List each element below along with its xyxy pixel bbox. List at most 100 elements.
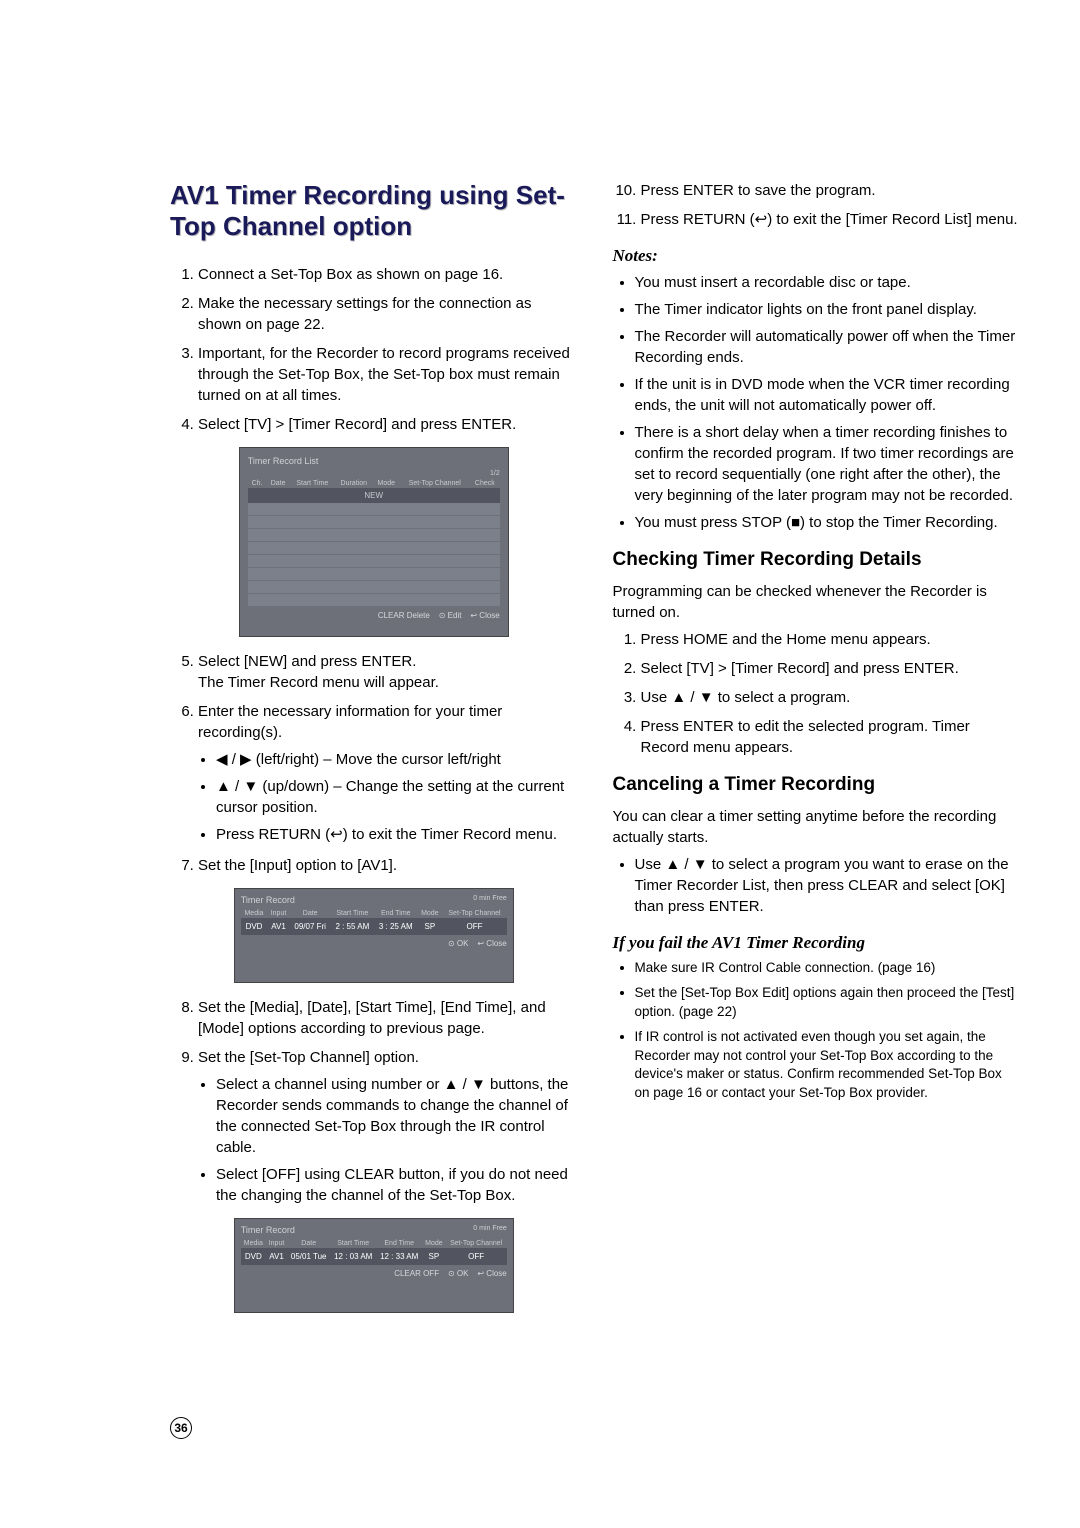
notes-list: You must insert a recordable disc or tap… bbox=[613, 272, 1021, 533]
fig2-r1: AV1 bbox=[267, 918, 289, 935]
fig2-r6: OFF bbox=[442, 918, 507, 935]
fig3-ok: ⊙ OK bbox=[448, 1269, 468, 1278]
fig2-h2: Date bbox=[290, 909, 331, 918]
step-6-bullets: ◀ / ▶ (left/right) – Move the cursor lef… bbox=[198, 749, 578, 845]
fig2-minfree: 0 min Free bbox=[473, 895, 506, 909]
check-2: Select [TV] > [Timer Record] and press E… bbox=[641, 658, 1021, 679]
fig2-r3: 2 : 55 AM bbox=[331, 918, 374, 935]
fig2-h6: Set-Top Channel bbox=[442, 909, 507, 918]
fig2-r5: SP bbox=[417, 918, 442, 935]
step6-b2: ▲ / ▼ (up/down) – Change the setting at … bbox=[216, 776, 578, 818]
page-number: 36 bbox=[170, 1417, 192, 1439]
step-5b: The Timer Record menu will appear. bbox=[198, 674, 439, 691]
fig2-r0: DVD bbox=[241, 918, 268, 935]
note-4: If the unit is in DVD mode when the VCR … bbox=[635, 374, 1021, 416]
note-2: The Timer indicator lights on the front … bbox=[635, 299, 1021, 320]
fig1-table: Ch. Date Start Time Duration Mode Set-To… bbox=[248, 479, 500, 607]
fig3-clear: CLEAR OFF bbox=[394, 1269, 439, 1278]
check-4: Press ENTER to edit the selected program… bbox=[641, 716, 1021, 758]
fig1-h-dur: Duration bbox=[335, 479, 373, 488]
step-5a: Select [NEW] and press ENTER. bbox=[198, 653, 416, 670]
canceling-heading: Canceling a Timer Recording bbox=[613, 774, 1021, 796]
fail-heading: If you fail the AV1 Timer Recording bbox=[613, 933, 1021, 953]
fig1-footer-delete: CLEAR Delete bbox=[378, 611, 430, 620]
step-10: Press ENTER to save the program. bbox=[641, 180, 1021, 201]
fig2-r4: 3 : 25 AM bbox=[374, 918, 417, 935]
step-9-bullets: Select a channel using number or ▲ / ▼ b… bbox=[198, 1074, 578, 1206]
fig1-title: Timer Record List bbox=[248, 456, 500, 466]
steps-list-2: Select [NEW] and press ENTER. The Timer … bbox=[170, 651, 578, 876]
fig3-title: Timer Record bbox=[241, 1225, 295, 1235]
fig2-footer: ⊙ OK ↩ Close bbox=[241, 939, 507, 948]
step-6: Enter the necessary information for your… bbox=[198, 701, 578, 845]
fail-list: Make sure IR Control Cable connection. (… bbox=[613, 959, 1021, 1103]
fig3-h4: End Time bbox=[376, 1239, 422, 1248]
fig2-h3: Start Time bbox=[331, 909, 374, 918]
fig1-header-row: Ch. Date Start Time Duration Mode Set-To… bbox=[248, 479, 500, 488]
fig3-h0: Media bbox=[241, 1239, 266, 1248]
fig3-r6: OFF bbox=[446, 1248, 507, 1265]
two-column-layout: AV1 Timer Recording using Set-Top Channe… bbox=[170, 180, 1020, 1327]
fig3-r0: DVD bbox=[241, 1248, 266, 1265]
step-9: Set the [Set-Top Channel] option. Select… bbox=[198, 1047, 578, 1206]
cancel-b1: Use ▲ / ▼ to select a program you want t… bbox=[635, 854, 1021, 917]
fig2-close: ↩ Close bbox=[477, 939, 506, 948]
fig1-h-mode: Mode bbox=[373, 479, 400, 488]
check-3: Use ▲ / ▼ to select a program. bbox=[641, 687, 1021, 708]
steps-list-4: Press ENTER to save the program. Press R… bbox=[613, 180, 1021, 230]
fig2-h1: Input bbox=[267, 909, 289, 918]
fig3-minfree: 0 min Free bbox=[473, 1225, 506, 1239]
figure-timer-record-list: Timer Record List 1/2 Ch. Date Start Tim… bbox=[239, 447, 509, 637]
fig2-table: Media Input Date Start Time End Time Mod… bbox=[241, 909, 507, 935]
fig3-h3: Start Time bbox=[330, 1239, 376, 1248]
fig3-h1: Input bbox=[266, 1239, 287, 1248]
fail-2: Set the [Set-Top Box Edit] options again… bbox=[635, 984, 1021, 1022]
fig3-h2: Date bbox=[287, 1239, 330, 1248]
canceling-intro: You can clear a timer setting anytime be… bbox=[613, 806, 1021, 848]
fig2-ok: ⊙ OK bbox=[448, 939, 468, 948]
check-1: Press HOME and the Home menu appears. bbox=[641, 629, 1021, 650]
fig1-h-stc: Set-Top Channel bbox=[400, 479, 470, 488]
step-7: Set the [Input] option to [AV1]. bbox=[198, 855, 578, 876]
checking-intro: Programming can be checked whenever the … bbox=[613, 581, 1021, 623]
step-8: Set the [Media], [Date], [Start Time], [… bbox=[198, 997, 578, 1039]
fig1-h-check: Check bbox=[470, 479, 500, 488]
fig3-r4: 12 : 33 AM bbox=[376, 1248, 422, 1265]
step-2: Make the necessary settings for the conn… bbox=[198, 293, 578, 335]
fig1-footer-edit: ⊙ Edit bbox=[439, 611, 462, 620]
manual-page: AV1 Timer Recording using Set-Top Channe… bbox=[0, 0, 1080, 1499]
step9-b1: Select a channel using number or ▲ / ▼ b… bbox=[216, 1074, 578, 1158]
fig1-h-ch: Ch. bbox=[248, 479, 267, 488]
fig2-title: Timer Record bbox=[241, 895, 295, 905]
step-6-text: Enter the necessary information for your… bbox=[198, 703, 502, 741]
fig1-h-date: Date bbox=[266, 479, 289, 488]
fig3-footer: CLEAR OFF ⊙ OK ↩ Close bbox=[241, 1269, 507, 1278]
checking-heading: Checking Timer Recording Details bbox=[613, 549, 1021, 571]
fig3-table: Media Input Date Start Time End Time Mod… bbox=[241, 1239, 507, 1265]
fail-1: Make sure IR Control Cable connection. (… bbox=[635, 959, 1021, 978]
fig1-h-start: Start Time bbox=[290, 479, 335, 488]
fig3-r2: 05/01 Tue bbox=[287, 1248, 330, 1265]
figure-timer-record-1: Timer Record 0 min Free Media Input Date… bbox=[234, 888, 514, 983]
checking-list: Press HOME and the Home menu appears. Se… bbox=[613, 629, 1021, 758]
step-3: Important, for the Recorder to record pr… bbox=[198, 343, 578, 406]
fig2-h5: Mode bbox=[417, 909, 442, 918]
note-3: The Recorder will automatically power of… bbox=[635, 326, 1021, 368]
fail-3: If IR control is not activated even thou… bbox=[635, 1028, 1021, 1104]
fig3-h6: Set-Top Channel bbox=[446, 1239, 507, 1248]
fig1-page-indicator: 1/2 bbox=[248, 470, 500, 477]
figure-timer-record-2: Timer Record 0 min Free Media Input Date… bbox=[234, 1218, 514, 1313]
fig2-h4: End Time bbox=[374, 909, 417, 918]
step-9-text: Set the [Set-Top Channel] option. bbox=[198, 1049, 419, 1066]
left-column: AV1 Timer Recording using Set-Top Channe… bbox=[170, 180, 578, 1327]
fig3-r3: 12 : 03 AM bbox=[330, 1248, 376, 1265]
step9-b2: Select [OFF] using CLEAR button, if you … bbox=[216, 1164, 578, 1206]
fig1-footer: CLEAR Delete ⊙ Edit ↩ Close bbox=[248, 611, 500, 620]
step-5: Select [NEW] and press ENTER. The Timer … bbox=[198, 651, 578, 693]
step-1: Connect a Set-Top Box as shown on page 1… bbox=[198, 264, 578, 285]
canceling-list: Use ▲ / ▼ to select a program you want t… bbox=[613, 854, 1021, 917]
step6-b1: ◀ / ▶ (left/right) – Move the cursor lef… bbox=[216, 749, 578, 770]
step-4: Select [TV] > [Timer Record] and press E… bbox=[198, 414, 578, 435]
fig2-r2: 09/07 Fri bbox=[290, 918, 331, 935]
section-title: AV1 Timer Recording using Set-Top Channe… bbox=[170, 180, 578, 242]
